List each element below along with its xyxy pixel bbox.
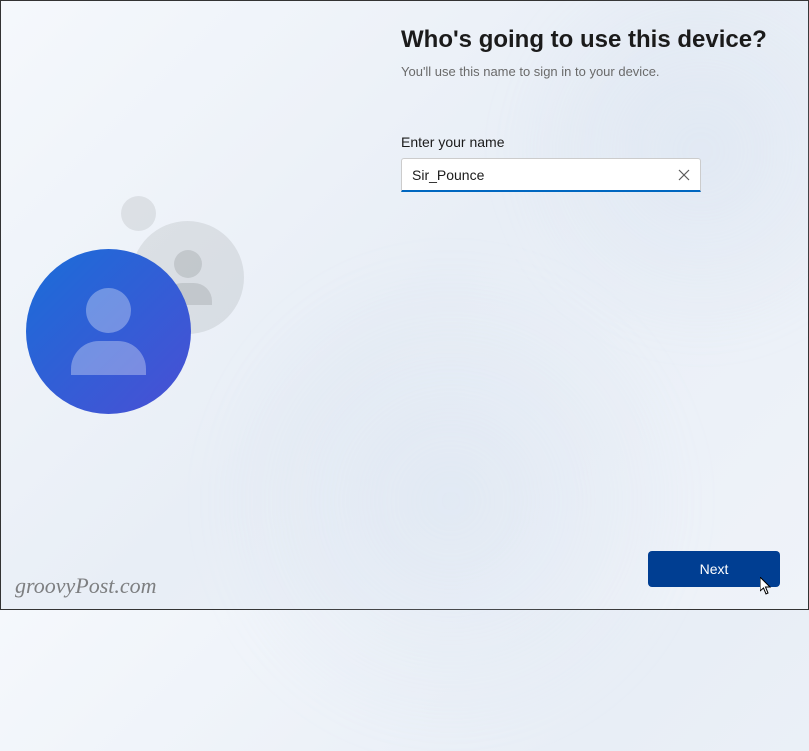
setup-form: Who's going to use this device? You'll u… — [401, 26, 781, 192]
clear-input-button[interactable] — [673, 164, 695, 186]
next-button[interactable]: Next — [648, 551, 780, 587]
name-field-label: Enter your name — [401, 134, 781, 150]
name-input[interactable] — [401, 158, 701, 192]
user-illustration — [26, 196, 246, 436]
page-subtitle: You'll use this name to sign in to your … — [401, 64, 781, 79]
watermark: groovyPost.com — [15, 573, 157, 599]
name-input-wrapper — [401, 158, 701, 192]
page-title: Who's going to use this device? — [401, 26, 781, 54]
decorative-circle-small — [121, 196, 156, 231]
close-icon — [678, 169, 690, 181]
primary-user-icon — [26, 249, 191, 414]
